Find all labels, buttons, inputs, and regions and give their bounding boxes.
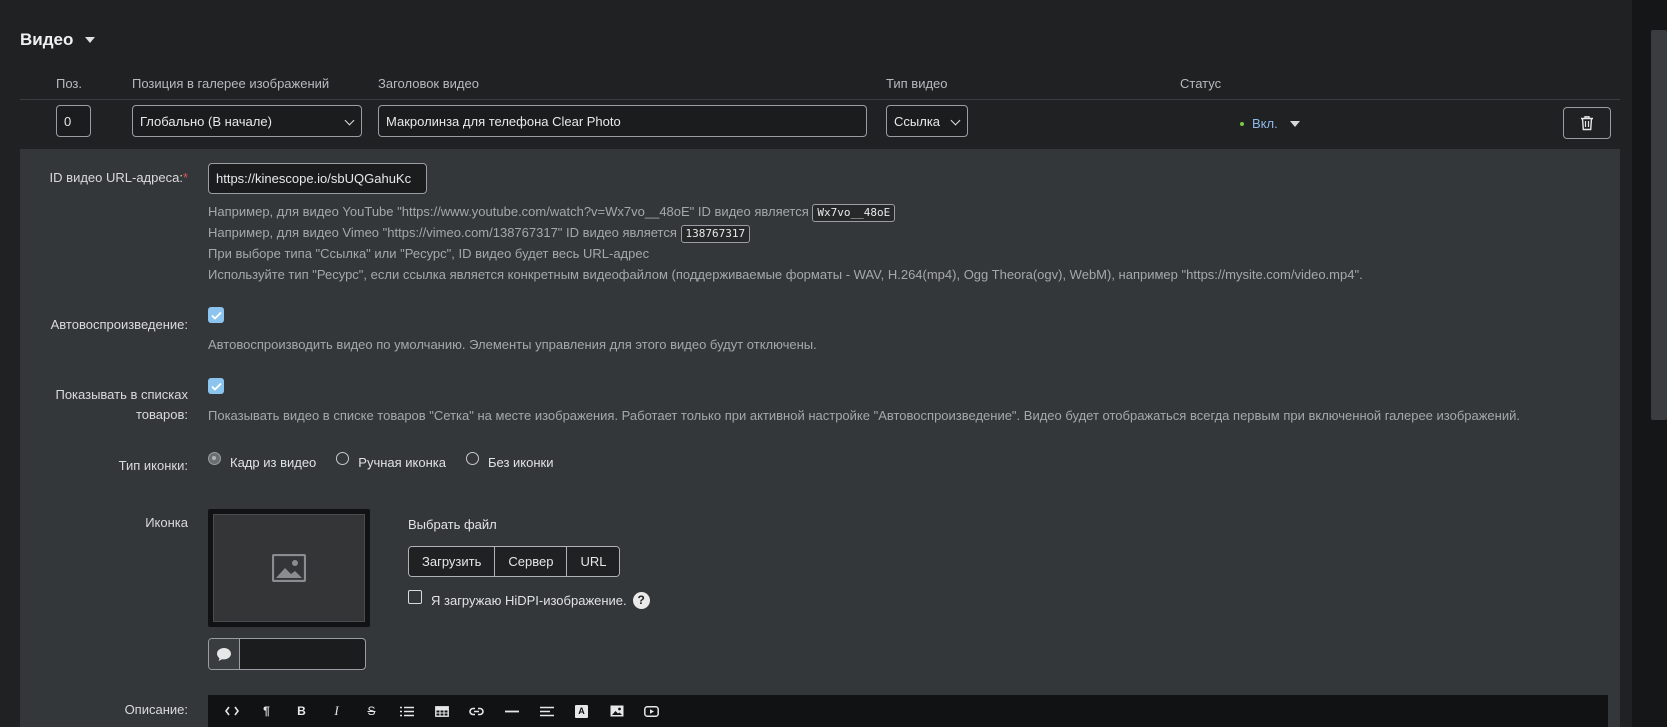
status-value: Вкл. (1252, 116, 1278, 131)
radio-manual-icon[interactable] (336, 452, 350, 465)
autoplay-label: Автовоспроизведение: (50, 317, 188, 332)
show-in-lists-label: Показывать в списках товаров: (18, 385, 188, 425)
video-id-input[interactable]: https://kinescope.io/sbUQGahuKc (208, 163, 427, 194)
image-placeholder-icon (272, 554, 306, 582)
hidpi-checkbox[interactable] (408, 590, 422, 604)
bold-glyph: B (297, 704, 306, 718)
paragraph-glyph: ¶ (263, 704, 270, 718)
text-color-glyph: A (575, 704, 588, 718)
radio-frame-from-video[interactable] (208, 452, 221, 465)
italic-glyph: I (334, 703, 339, 718)
video-type-value: Ссылка (894, 113, 941, 129)
align-icon[interactable] (529, 695, 564, 727)
alt-text-field[interactable] (208, 638, 366, 670)
column-header-video-type: Тип видео (886, 76, 948, 91)
video-id-help-vimeo: Например, для видео Vimeo "https://vimeo… (208, 222, 751, 243)
text-color-icon[interactable]: A (564, 695, 599, 727)
column-header-status: Статус (1180, 76, 1222, 91)
position-input[interactable]: 0 (56, 105, 91, 137)
caret-down-icon[interactable] (85, 37, 96, 43)
caret-down-icon (1289, 120, 1300, 127)
bold-icon[interactable]: B (284, 695, 319, 727)
autoplay-help: Автовоспроизводить видео по умолчанию. Э… (208, 337, 817, 352)
column-header-video-title: Заголовок видео (378, 76, 479, 91)
speech-bubble-icon (217, 647, 231, 661)
image-icon[interactable] (599, 695, 634, 727)
column-header-pos: Поз. (56, 76, 82, 91)
code-icon[interactable] (214, 695, 249, 727)
chevron-down-icon (950, 115, 961, 126)
icon-type-radio-group: Кадр из видео Ручная иконка Без иконки (208, 452, 574, 470)
check-icon (210, 382, 222, 391)
gallery-position-value: Глобально (В начале) (140, 113, 272, 129)
show-in-lists-label-line2: товаров: (135, 407, 188, 422)
section-header[interactable]: Видео (20, 30, 96, 50)
trash-icon (1581, 116, 1593, 131)
help-question-icon[interactable]: ? (632, 592, 650, 609)
description-label: Описание: (124, 702, 188, 717)
check-icon (210, 311, 222, 320)
radio-frame-from-video-label[interactable]: Кадр из видео (230, 455, 316, 470)
show-in-lists-checkbox[interactable] (208, 378, 224, 394)
help-vimeo-text: Например, для видео Vimeo "https://vimeo… (208, 225, 677, 240)
radio-manual-icon-label[interactable]: Ручная иконка (358, 455, 446, 470)
vimeo-id-example: 138767317 (680, 224, 751, 243)
radio-no-icon[interactable] (466, 452, 479, 465)
strike-glyph: S (367, 704, 376, 718)
url-button[interactable]: URL (567, 547, 620, 576)
hidpi-row: Я загружаю HiDPI-изображение. ? (431, 590, 650, 611)
list-icon[interactable] (389, 695, 424, 727)
video-id-help-url: При выборе типа "Ссылка" или "Ресурс", I… (208, 246, 650, 261)
icon-preview-inner (213, 514, 365, 622)
hidpi-label[interactable]: Я загружаю HiDPI-изображение. (431, 590, 627, 611)
radio-no-icon-label[interactable]: Без иконки (488, 455, 554, 470)
show-in-lists-label-line1: Показывать в списках (55, 387, 188, 402)
required-mark: * (182, 170, 188, 185)
video-id-help-resource: Используйте тип "Ресурс", если ссылка яв… (208, 267, 1363, 282)
video-id-label-text: ID видео URL-адреса: (49, 170, 183, 185)
horizontal-rule-icon[interactable] (494, 695, 529, 727)
scrollbar-thumb[interactable] (1651, 30, 1667, 420)
status-dropdown[interactable]: Вкл. (1240, 116, 1300, 131)
section-title: Видео (20, 30, 74, 49)
link-icon[interactable] (459, 695, 494, 727)
autoplay-checkbox[interactable] (208, 307, 224, 323)
column-header-gallery-position: Позиция в галерее изображений (132, 76, 330, 91)
chevron-down-icon (344, 115, 355, 126)
italic-icon[interactable]: I (319, 695, 354, 727)
table-icon[interactable] (424, 695, 459, 727)
icon-type-label: Тип иконки: (118, 458, 188, 473)
strikethrough-icon[interactable]: S (354, 695, 389, 727)
comment-button[interactable] (209, 639, 240, 669)
icon-label: Иконка (145, 515, 188, 530)
help-youtube-text: Например, для видео YouTube "https://www… (208, 204, 809, 219)
icon-preview[interactable] (208, 509, 370, 627)
youtube-id-example: Wx7vo__48oE (812, 203, 896, 222)
video-id-label: ID видео URL-адреса:* (18, 168, 188, 188)
paragraph-icon[interactable]: ¶ (249, 695, 284, 727)
choose-file-label: Выбрать файл (408, 517, 497, 532)
upload-button[interactable]: Загрузить (409, 547, 496, 576)
server-button[interactable]: Сервер (495, 547, 568, 576)
video-id-help-youtube: Например, для видео YouTube "https://www… (208, 201, 896, 222)
video-icon[interactable] (634, 695, 669, 727)
gallery-position-select[interactable]: Глобально (В начале) (132, 105, 362, 137)
status-dot-icon (1240, 121, 1244, 126)
video-type-select[interactable]: Ссылка (886, 105, 968, 137)
editor-toolbar: ¶ B I S A (208, 695, 1608, 727)
file-source-buttons: Загрузить Сервер URL (408, 546, 621, 577)
video-title-input[interactable]: Макролинза для телефона Clear Photo (378, 105, 867, 137)
show-in-lists-help: Показывать видео в списке товаров "Сетка… (208, 408, 1520, 423)
page: Видео Поз. Позиция в галерее изображений… (0, 0, 1632, 727)
delete-button[interactable] (1563, 107, 1611, 139)
